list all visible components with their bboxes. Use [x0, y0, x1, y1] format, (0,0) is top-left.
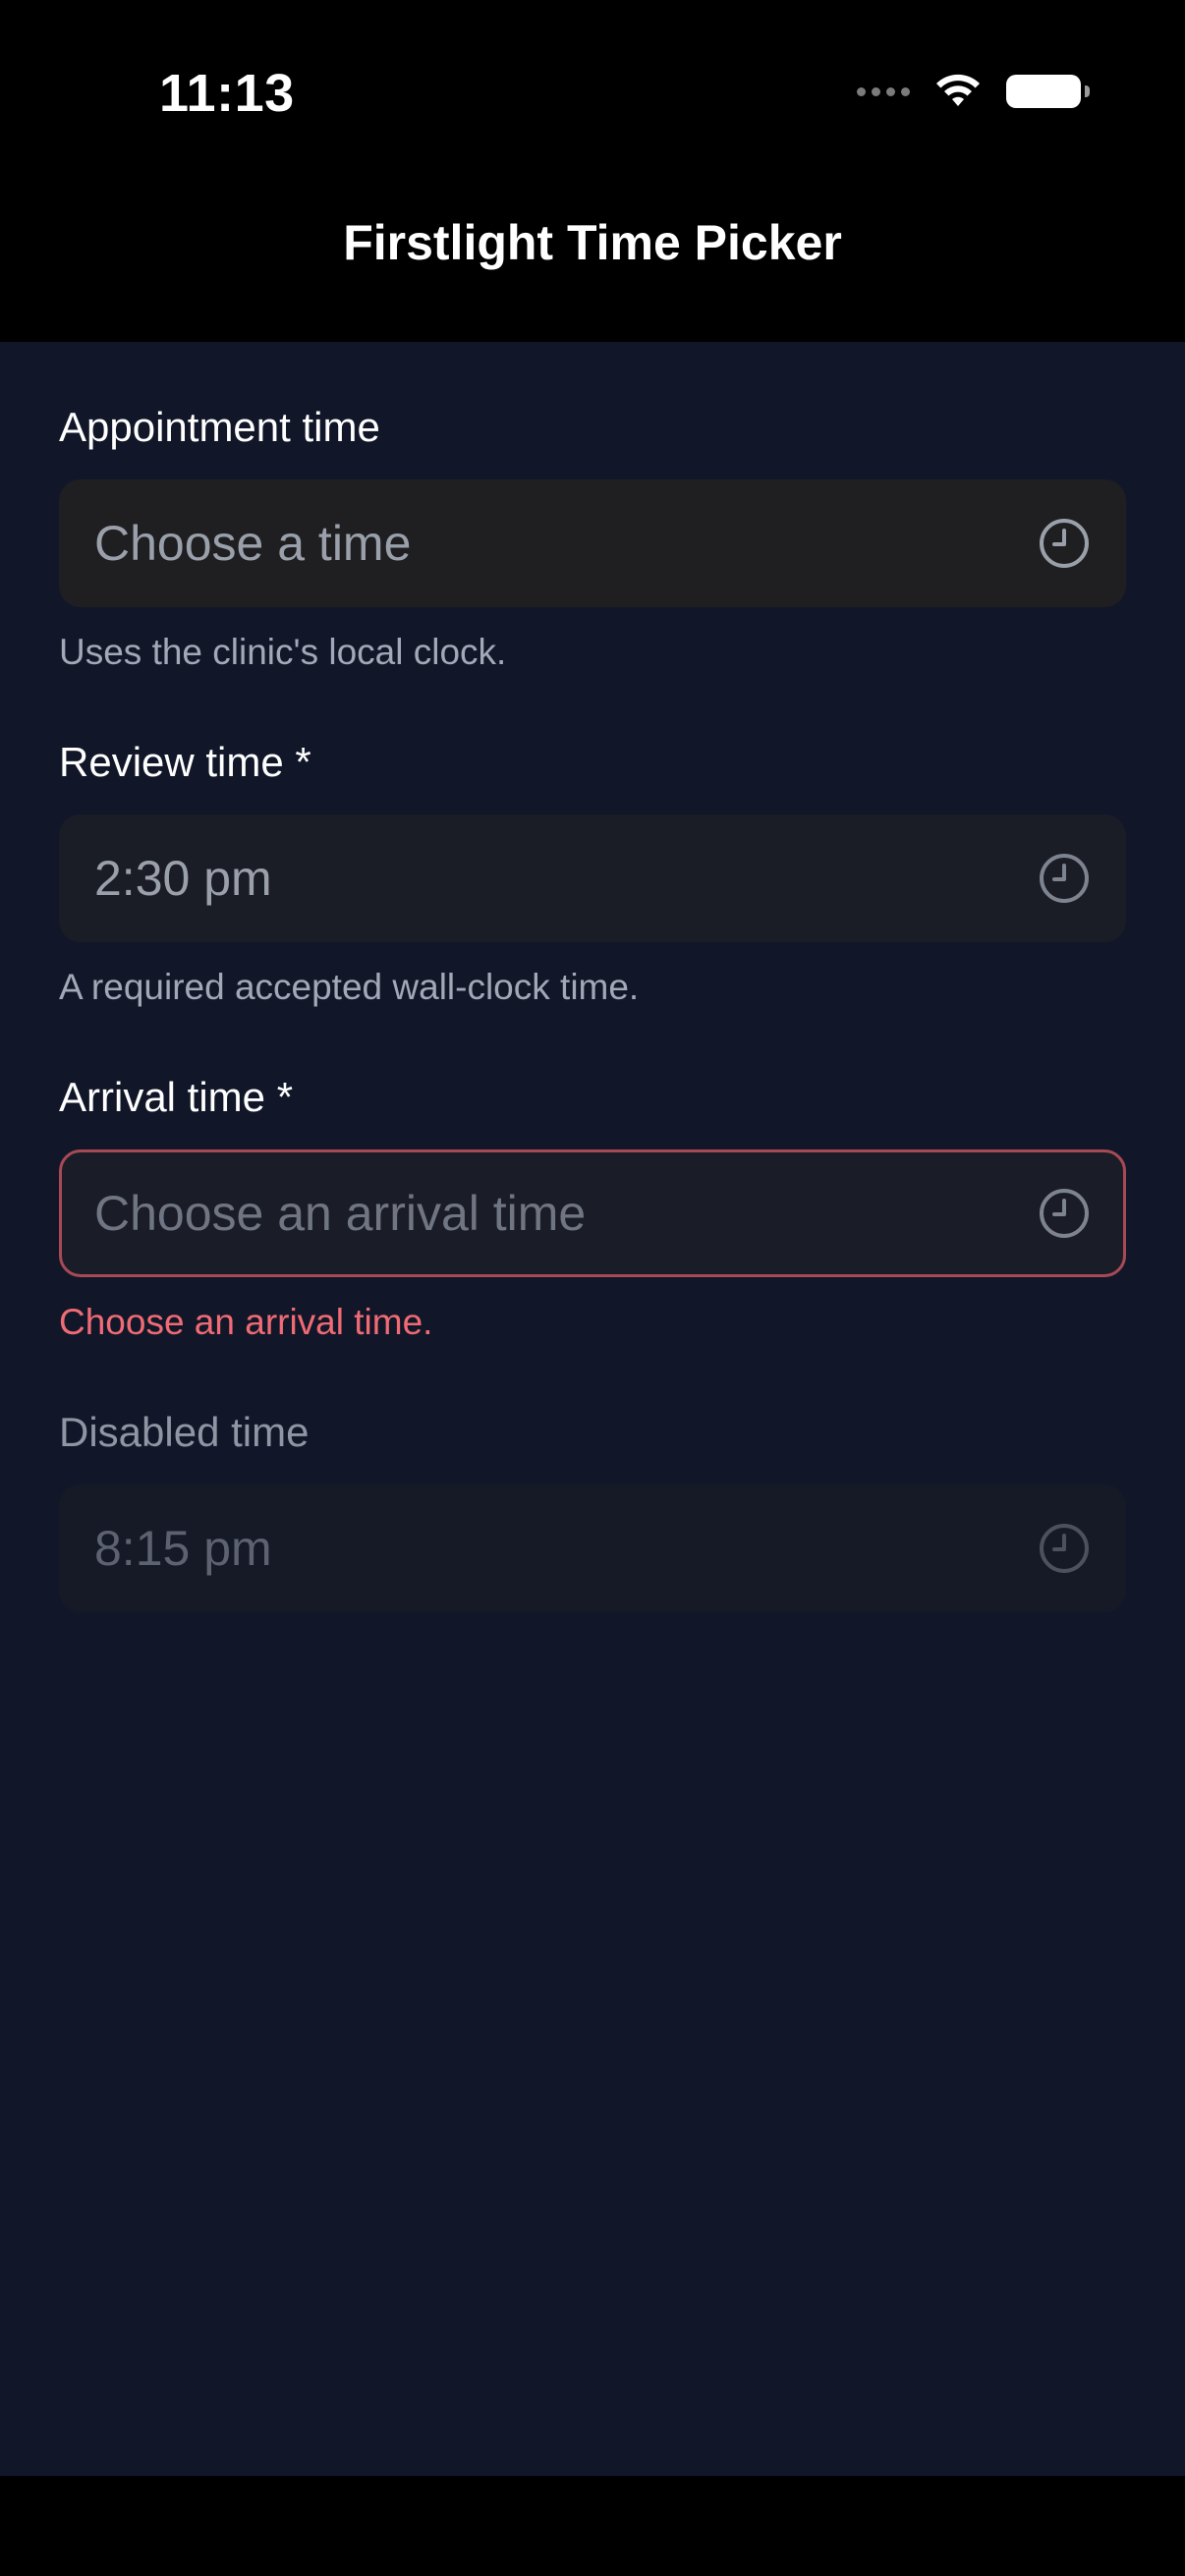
clock-icon [1040, 1524, 1089, 1573]
arrival-time-field: Arrival time * Choose an arrival time Ch… [59, 1071, 1126, 1346]
appointment-time-label: Appointment time [59, 404, 380, 450]
appointment-time-input[interactable]: Choose a time [59, 479, 1126, 607]
arrival-time-input[interactable]: Choose an arrival time [59, 1149, 1126, 1277]
arrival-time-placeholder: Choose an arrival time [94, 1186, 587, 1241]
cellular-signal-icon [857, 86, 910, 96]
status-bar: 11:13 Firstlight Time Picker [0, 0, 1185, 270]
app-screen: 11:13 Firstlight Time Picker Appointment… [0, 0, 1185, 2576]
review-time-helper: A required accepted wall-clock time. [59, 967, 640, 1007]
disabled-time-value: 8:15 pm [94, 1521, 272, 1576]
review-time-input[interactable]: 2:30 pm [59, 814, 1126, 942]
page-title: Firstlight Time Picker [343, 215, 842, 270]
bottom-bar [0, 2476, 1185, 2576]
review-time-field: Review time * 2:30 pm A required accepte… [59, 736, 1126, 1011]
arrival-time-error-message: Choose an arrival time. [59, 1302, 433, 1342]
form-content: Appointment time Choose a time Uses the … [0, 342, 1185, 2476]
clock-icon[interactable] [1038, 852, 1091, 905]
clock-icon[interactable] [1038, 517, 1091, 570]
appointment-time-field: Appointment time Choose a time Uses the … [59, 401, 1126, 676]
appointment-time-placeholder: Choose a time [94, 516, 412, 571]
battery-icon [1006, 75, 1090, 108]
disabled-time-label: Disabled time [59, 1409, 310, 1455]
review-time-label: Review time * [59, 739, 311, 785]
disabled-time-input: 8:15 pm [59, 1484, 1126, 1612]
clock-icon[interactable] [1038, 1187, 1091, 1240]
review-time-value: 2:30 pm [94, 851, 272, 906]
appointment-time-helper: Uses the clinic's local clock. [59, 632, 507, 672]
arrival-time-label: Arrival time * [59, 1074, 294, 1120]
status-icons [857, 73, 1090, 110]
disabled-time-field: Disabled time 8:15 pm [59, 1406, 1126, 1612]
wifi-icon [936, 74, 980, 106]
status-time: 11:13 [159, 64, 295, 123]
